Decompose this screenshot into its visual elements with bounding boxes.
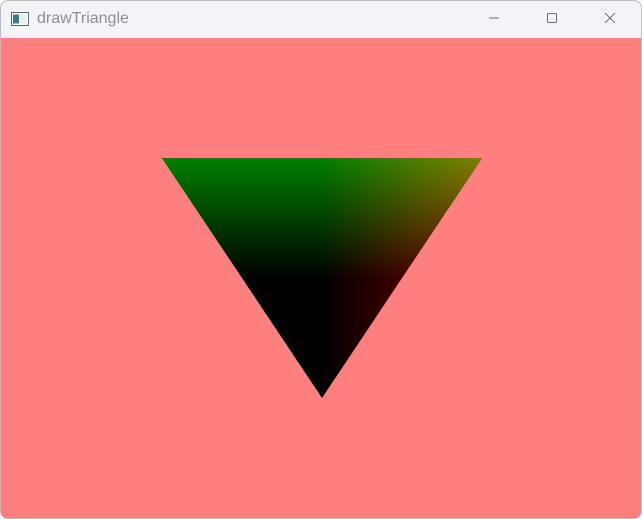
render-canvas (1, 38, 641, 518)
title-bar[interactable]: drawTriangle (1, 1, 641, 38)
gradient-triangle (162, 158, 482, 398)
app-window-icon (11, 12, 29, 26)
maximize-icon (546, 11, 558, 29)
close-button[interactable] (581, 1, 639, 38)
app-window: drawTriangle (0, 0, 642, 519)
minimize-button[interactable] (465, 1, 523, 38)
close-icon (604, 11, 616, 29)
triangle-shape (162, 158, 482, 398)
window-title: drawTriangle (37, 10, 129, 27)
minimize-icon (488, 11, 500, 29)
maximize-button[interactable] (523, 1, 581, 38)
